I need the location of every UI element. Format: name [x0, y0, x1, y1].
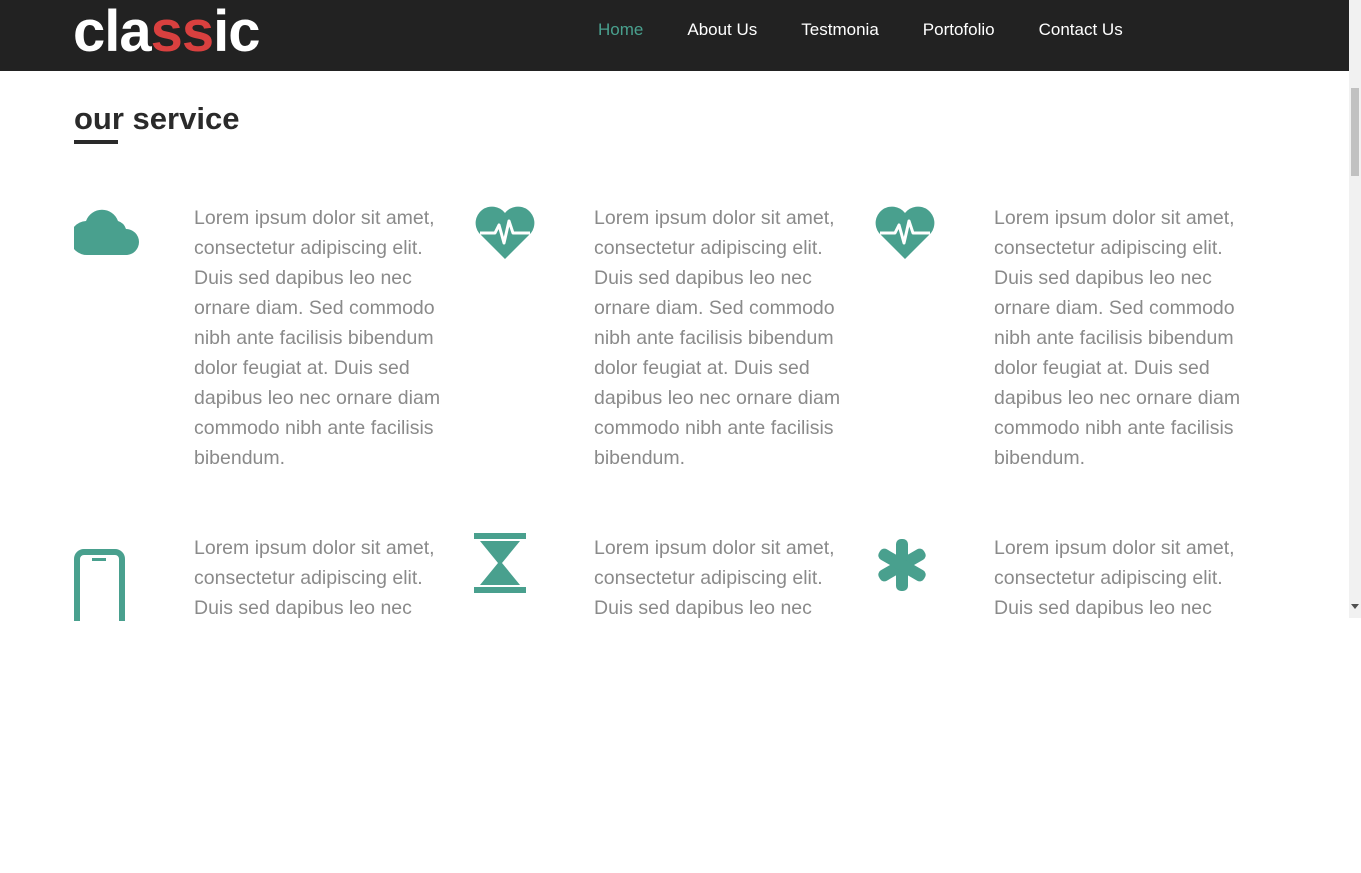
- service-description: Lorem ipsum dolor sit amet, consectetur …: [194, 207, 441, 469]
- service-item: Lorem ipsum dolor sit amet, consectetur …: [874, 203, 1274, 543]
- service-description: Lorem ipsum dolor sit amet, consectetur …: [594, 207, 841, 469]
- nav-item-about-us[interactable]: About Us: [665, 20, 779, 40]
- asterisk-icon: [874, 537, 944, 607]
- logo-text-start: cla: [73, 0, 152, 64]
- nav-item-contact-us[interactable]: Contact Us: [1017, 20, 1145, 40]
- heartbeat-icon: [874, 203, 944, 273]
- scrollbar-thumb[interactable]: [1351, 88, 1359, 176]
- nav-item-portofolio[interactable]: Portofolio: [901, 20, 1017, 40]
- service-item: Lorem ipsum dolor sit amet, consectetur …: [74, 533, 474, 873]
- service-description: Lorem ipsum dolor sit amet, consectetur …: [994, 207, 1241, 469]
- service-item: Lorem ipsum dolor sit amet, consectetur …: [74, 203, 474, 543]
- nav-item-testmonia[interactable]: Testmonia: [779, 20, 900, 40]
- section-title-underline: [74, 140, 118, 144]
- scroll-down-arrow-icon[interactable]: [1351, 604, 1359, 609]
- mobile-phone-icon: [74, 549, 144, 621]
- top-navbar: classic Home About Us Testmonia Portofol…: [0, 0, 1349, 71]
- service-item: Lorem ipsum dolor sit amet, consectetur …: [474, 533, 874, 873]
- heartbeat-icon: [474, 203, 544, 273]
- section-title: our service: [74, 101, 240, 136]
- page-scrollbar[interactable]: [1349, 0, 1361, 618]
- cloud-icon: [74, 203, 144, 273]
- logo-text-end: ic: [213, 0, 260, 64]
- service-description: Lorem ipsum dolor sit amet, consectetur …: [594, 537, 835, 619]
- nav-item-home[interactable]: Home: [576, 20, 665, 40]
- service-item: Lorem ipsum dolor sit amet, consectetur …: [474, 203, 874, 543]
- logo-text-accent: ss: [150, 0, 215, 64]
- main-nav: Home About Us Testmonia Portofolio Conta…: [576, 0, 1145, 60]
- service-item: Lorem ipsum dolor sit amet, consectetur …: [874, 533, 1274, 873]
- service-description: Lorem ipsum dolor sit amet, consectetur …: [994, 537, 1235, 619]
- site-logo[interactable]: classic: [73, 0, 261, 66]
- service-description: Lorem ipsum dolor sit amet, consectetur …: [194, 537, 435, 619]
- hourglass-icon: [474, 533, 544, 603]
